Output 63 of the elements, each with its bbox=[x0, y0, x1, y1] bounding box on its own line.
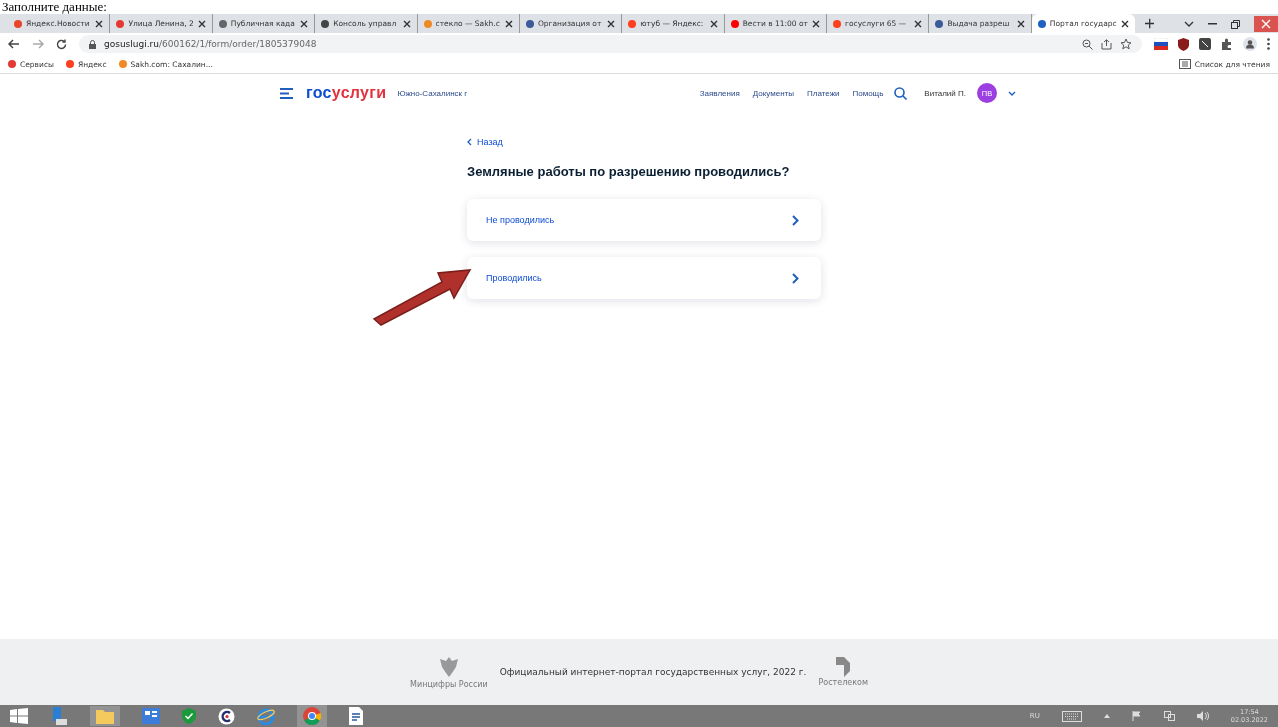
caret-up-icon[interactable] bbox=[1103, 714, 1110, 718]
control-panel-icon[interactable] bbox=[142, 708, 160, 724]
minimize-icon[interactable] bbox=[1208, 23, 1218, 25]
nav-link[interactable]: Помощь bbox=[852, 88, 884, 98]
speaker-icon[interactable] bbox=[1196, 711, 1209, 721]
keyboard-icon[interactable] bbox=[1061, 710, 1082, 722]
caption-text: Заполните данные: bbox=[1, 0, 107, 14]
windows-start-icon[interactable] bbox=[10, 708, 28, 724]
nav-link[interactable]: Платежи bbox=[807, 88, 840, 98]
flag-icon[interactable] bbox=[1154, 38, 1168, 50]
chevron-right-icon bbox=[792, 214, 799, 226]
profile-icon[interactable] bbox=[1243, 37, 1257, 51]
reload-icon[interactable] bbox=[56, 38, 67, 50]
close-icon[interactable] bbox=[812, 19, 821, 28]
nav-link[interactable]: Документы bbox=[752, 88, 794, 98]
close-icon[interactable] bbox=[709, 19, 718, 28]
close-icon[interactable] bbox=[402, 19, 411, 28]
chevron-left-icon bbox=[467, 138, 472, 146]
document-icon[interactable] bbox=[349, 707, 363, 725]
close-icon[interactable] bbox=[914, 19, 923, 28]
network-icon[interactable] bbox=[1163, 711, 1175, 721]
star-icon[interactable] bbox=[1120, 38, 1132, 50]
browser-e-icon[interactable] bbox=[257, 707, 275, 725]
menu-icon[interactable] bbox=[280, 87, 293, 99]
site-logo[interactable]: госуслуги bbox=[306, 84, 387, 102]
chevron-down-icon[interactable] bbox=[1008, 90, 1016, 96]
address-field[interactable]: gosuslugi.ru/600162/1/form/order/1805379048 bbox=[79, 35, 1142, 53]
close-icon[interactable] bbox=[300, 19, 309, 28]
close-icon[interactable] bbox=[504, 19, 513, 28]
close-icon[interactable] bbox=[1016, 19, 1025, 28]
restore-icon[interactable] bbox=[1231, 19, 1241, 29]
server-icon[interactable] bbox=[50, 707, 68, 725]
close-icon[interactable] bbox=[95, 19, 104, 28]
chevron-down-icon[interactable] bbox=[1184, 21, 1195, 27]
flag-icon[interactable] bbox=[1131, 711, 1142, 721]
puzzle-icon[interactable] bbox=[1221, 38, 1233, 50]
back-arrow-icon[interactable] bbox=[8, 39, 20, 49]
chrome-icon[interactable] bbox=[297, 705, 327, 727]
nav-link[interactable]: Заявления bbox=[699, 88, 740, 98]
user-name[interactable]: Виталий П. bbox=[924, 88, 966, 98]
back-link[interactable]: Назад bbox=[467, 137, 503, 147]
close-icon[interactable] bbox=[1120, 19, 1129, 28]
footer-text: Официальный интернет-портал государственных услуг, 2022 г. bbox=[499, 667, 807, 677]
search-icon[interactable] bbox=[894, 86, 908, 100]
lock-icon bbox=[89, 39, 96, 49]
operator-logo: Ростелеком bbox=[818, 657, 868, 687]
share-icon[interactable] bbox=[1101, 38, 1112, 50]
ministry-logo: Минцифры России bbox=[410, 655, 488, 689]
option-card[interactable]: Проводились bbox=[467, 257, 821, 299]
list-icon bbox=[1178, 59, 1191, 69]
question-title: Земляные работы по разрешению проводились? bbox=[467, 164, 790, 180]
chevron-right-icon bbox=[792, 272, 799, 284]
zoom-out-icon[interactable] bbox=[1082, 38, 1093, 50]
close-icon[interactable] bbox=[607, 19, 616, 28]
c-logo-icon[interactable] bbox=[218, 707, 235, 725]
new-tab-icon[interactable] bbox=[1144, 18, 1155, 29]
shield-icon[interactable] bbox=[1178, 37, 1189, 51]
close-icon[interactable] bbox=[197, 19, 206, 28]
shield-check-icon[interactable] bbox=[182, 708, 196, 724]
menu-dots-icon[interactable] bbox=[1267, 38, 1270, 50]
extension-square-icon[interactable] bbox=[1199, 38, 1211, 50]
option-card[interactable]: Не проводились bbox=[467, 199, 821, 241]
city-link[interactable]: Южно-Сахалинск г bbox=[397, 88, 468, 98]
